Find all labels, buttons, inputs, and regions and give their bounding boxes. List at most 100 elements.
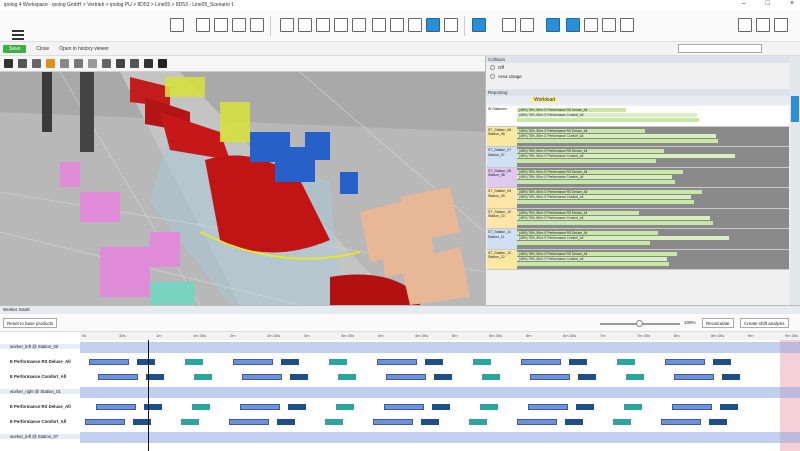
gantt-task-block[interactable] [517,419,557,425]
grid-icon[interactable] [298,18,312,32]
reset-base-products-button[interactable]: Reset to base products [3,318,58,328]
home-icon[interactable] [170,18,184,32]
arrow-icon[interactable] [144,59,153,68]
gantt-task-block[interactable] [89,359,129,365]
gantt-task-block[interactable] [482,374,500,380]
gantt-task-block[interactable] [240,404,280,410]
gantt-task-block[interactable] [530,374,570,380]
gantt-task-block[interactable] [137,359,155,365]
timeline-icon[interactable] [566,18,580,32]
layer-icon[interactable] [426,18,440,32]
gantt-task-block[interactable] [617,359,635,365]
station-row[interactable]: ST_Station_09 Station_09 (48%) 78%, 80m: … [487,188,789,209]
gantt-task-block[interactable] [521,359,561,365]
help-icon[interactable] [756,18,770,32]
close-button[interactable]: Close [36,46,49,52]
gantt-task-block[interactable] [576,404,594,410]
gantt-task-block[interactable] [377,359,417,365]
gantt-task-block[interactable] [473,359,491,365]
time-cursor[interactable] [148,340,149,451]
gantt-task-block[interactable] [565,419,583,425]
bookmark-icon[interactable] [444,18,458,32]
gantt-task-block[interactable] [432,404,450,410]
box-icon[interactable] [74,59,83,68]
gantt-task-block[interactable] [672,404,712,410]
bin-icon-2[interactable] [102,59,111,68]
gantt-task-block[interactable] [277,419,295,425]
gantt-task-block[interactable] [96,404,136,410]
save-button[interactable]: Save [3,44,27,53]
maximize-button[interactable]: □ [766,0,770,7]
tools-icon[interactable] [738,18,752,32]
table-icon[interactable] [372,18,386,32]
gantt-task-block[interactable] [722,374,740,380]
station-row[interactable]: ST_Station_07 Station_07 (48%) 78%, 80m: … [487,147,789,168]
settings-icon[interactable] [620,18,634,32]
gantt-task-block[interactable] [713,359,731,365]
target-icon[interactable] [158,59,167,68]
move-icon[interactable] [546,18,560,32]
side-tab[interactable] [791,96,799,122]
shift-analysis-button[interactable]: Create shift analysis [740,318,789,328]
save-icon[interactable] [214,18,228,32]
shelf-icon[interactable] [334,18,348,32]
gantt-task-block[interactable] [144,404,162,410]
gantt-task-block[interactable] [709,419,727,425]
gantt-task-block[interactable] [674,374,714,380]
car-icon[interactable] [130,59,139,68]
account-icon[interactable] [774,18,788,32]
station-row[interactable]: ST_Station_12 Station_12 (48%) 78%, 80m: … [487,249,789,270]
walk-icon[interactable] [502,18,516,32]
gantt-task-block[interactable] [233,359,273,365]
rack-icon[interactable] [60,59,69,68]
open-folder-icon[interactable] [196,18,210,32]
warning-icon[interactable] [46,59,55,68]
gantt-task-block[interactable] [386,374,426,380]
floor-icon[interactable] [390,18,404,32]
gantt-task-block[interactable] [288,404,306,410]
gantt-task-block[interactable] [192,404,210,410]
gantt-task-block[interactable] [469,419,487,425]
gantt-task-block[interactable] [325,419,343,425]
station-row[interactable]: ST_Station_10 Station_10 (48%) 78%, 80m: … [487,208,789,229]
history-viewer-button[interactable]: Open in history viewer [59,46,108,52]
zoom-slider[interactable] [600,320,680,327]
minimize-button[interactable]: – [742,0,746,7]
gantt-task-block[interactable] [425,359,443,365]
gantt-task-block[interactable] [181,419,199,425]
gantt-task-block[interactable] [290,374,308,380]
cart-icon[interactable] [88,59,97,68]
gantt-task-block[interactable] [85,419,125,425]
gantt-task-block[interactable] [338,374,356,380]
gantt-task-block[interactable] [194,374,212,380]
table-icon-2[interactable] [116,59,125,68]
station-row[interactable]: ST_Station_06 Station_06 (48%) 78%, 80m: … [487,126,789,147]
gantt-task-block[interactable] [720,404,738,410]
gantt-task-block[interactable] [624,404,642,410]
gantt-task-block[interactable] [528,404,568,410]
ruler-icon[interactable] [408,18,422,32]
export-icon[interactable] [250,18,264,32]
gantt-task-block[interactable] [336,404,354,410]
pointer-icon[interactable] [4,59,13,68]
search-input[interactable] [678,44,762,53]
text-icon[interactable] [352,18,366,32]
chart-icon[interactable] [584,18,598,32]
hamburger-icon[interactable] [12,30,24,42]
radio-area-usage[interactable]: Area Usage [486,72,790,81]
layout-icon[interactable] [280,18,294,32]
gantt-task-block[interactable] [578,374,596,380]
gantt-task-block[interactable] [569,359,587,365]
gantt-task-block[interactable] [434,374,452,380]
gantt-task-block[interactable] [373,419,413,425]
radio-off[interactable]: Off [486,63,790,72]
person-icon[interactable] [32,59,41,68]
gantt-task-block[interactable] [613,419,631,425]
gantt-task-block[interactable] [329,359,347,365]
close-window-button[interactable]: × [790,0,794,7]
gantt-task-block[interactable] [480,404,498,410]
gantt-task-block[interactable] [661,419,701,425]
gantt-task-block[interactable] [421,419,439,425]
play-icon[interactable] [472,18,486,32]
gantt-task-block[interactable] [98,374,138,380]
